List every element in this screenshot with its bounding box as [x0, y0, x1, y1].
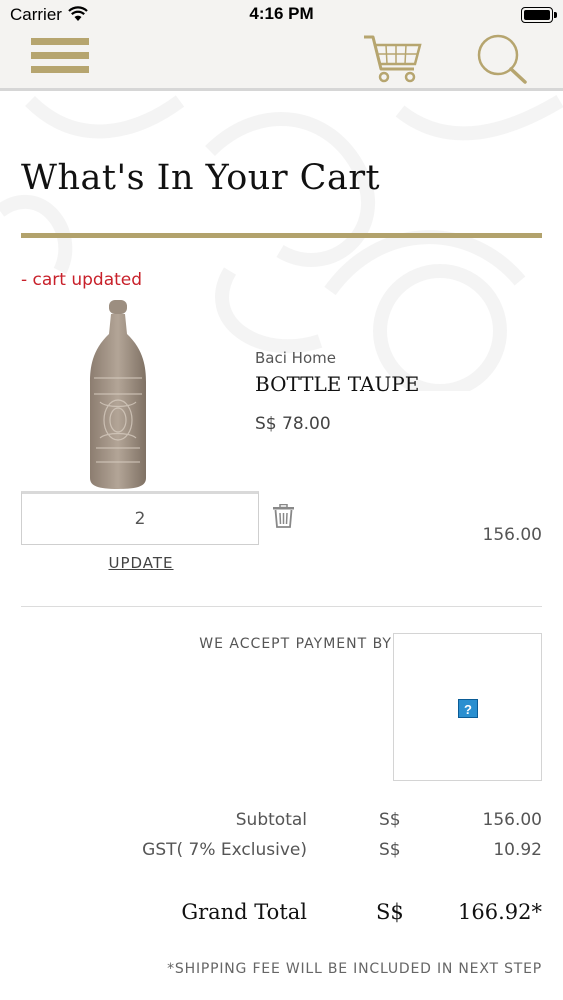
product-brand: Baci Home: [255, 349, 336, 367]
product-image[interactable]: [86, 298, 150, 490]
gst-currency: S$: [379, 840, 401, 860]
nav-bar: [0, 30, 563, 91]
grand-total-value: 166.92*: [458, 900, 542, 924]
gst-label: GST( 7% Exclusive): [142, 840, 307, 860]
gst-value: 10.92: [493, 840, 542, 860]
update-button[interactable]: UPDATE: [21, 554, 261, 572]
trash-icon[interactable]: [272, 504, 295, 528]
line-total: 156.00: [482, 525, 542, 545]
shopping-cart-icon[interactable]: [362, 33, 422, 85]
section-divider: [21, 606, 542, 607]
search-icon[interactable]: [474, 32, 530, 86]
missing-image-icon: ?: [458, 699, 478, 718]
decorative-ornament-background: [0, 94, 563, 391]
grand-total-label: Grand Total: [181, 900, 307, 924]
battery-icon: [521, 7, 557, 23]
subtotal-currency: S$: [379, 810, 401, 830]
quantity-input[interactable]: [21, 491, 259, 545]
payment-methods-label: WE ACCEPT PAYMENT BY: [199, 636, 392, 652]
clock: 4:16 PM: [249, 4, 314, 23]
shipping-note: *SHIPPING FEE WILL BE INCLUDED IN NEXT S…: [167, 961, 542, 977]
subtotal-value: 156.00: [482, 810, 542, 830]
title-divider: [21, 233, 542, 238]
product-name[interactable]: BOTTLE TAUPE: [255, 372, 419, 396]
subtotal-label: Subtotal: [235, 810, 307, 830]
payment-methods-image: ?: [393, 633, 542, 781]
hamburger-menu-icon[interactable]: [31, 38, 91, 80]
grand-total-currency: S$: [376, 900, 404, 924]
status-bar: Carrier 4:16 PM: [0, 0, 563, 30]
page-title: What's In Your Cart: [21, 158, 381, 198]
cart-updated-message: - cart updated: [21, 270, 143, 290]
product-unit-price: S$ 78.00: [255, 414, 331, 434]
